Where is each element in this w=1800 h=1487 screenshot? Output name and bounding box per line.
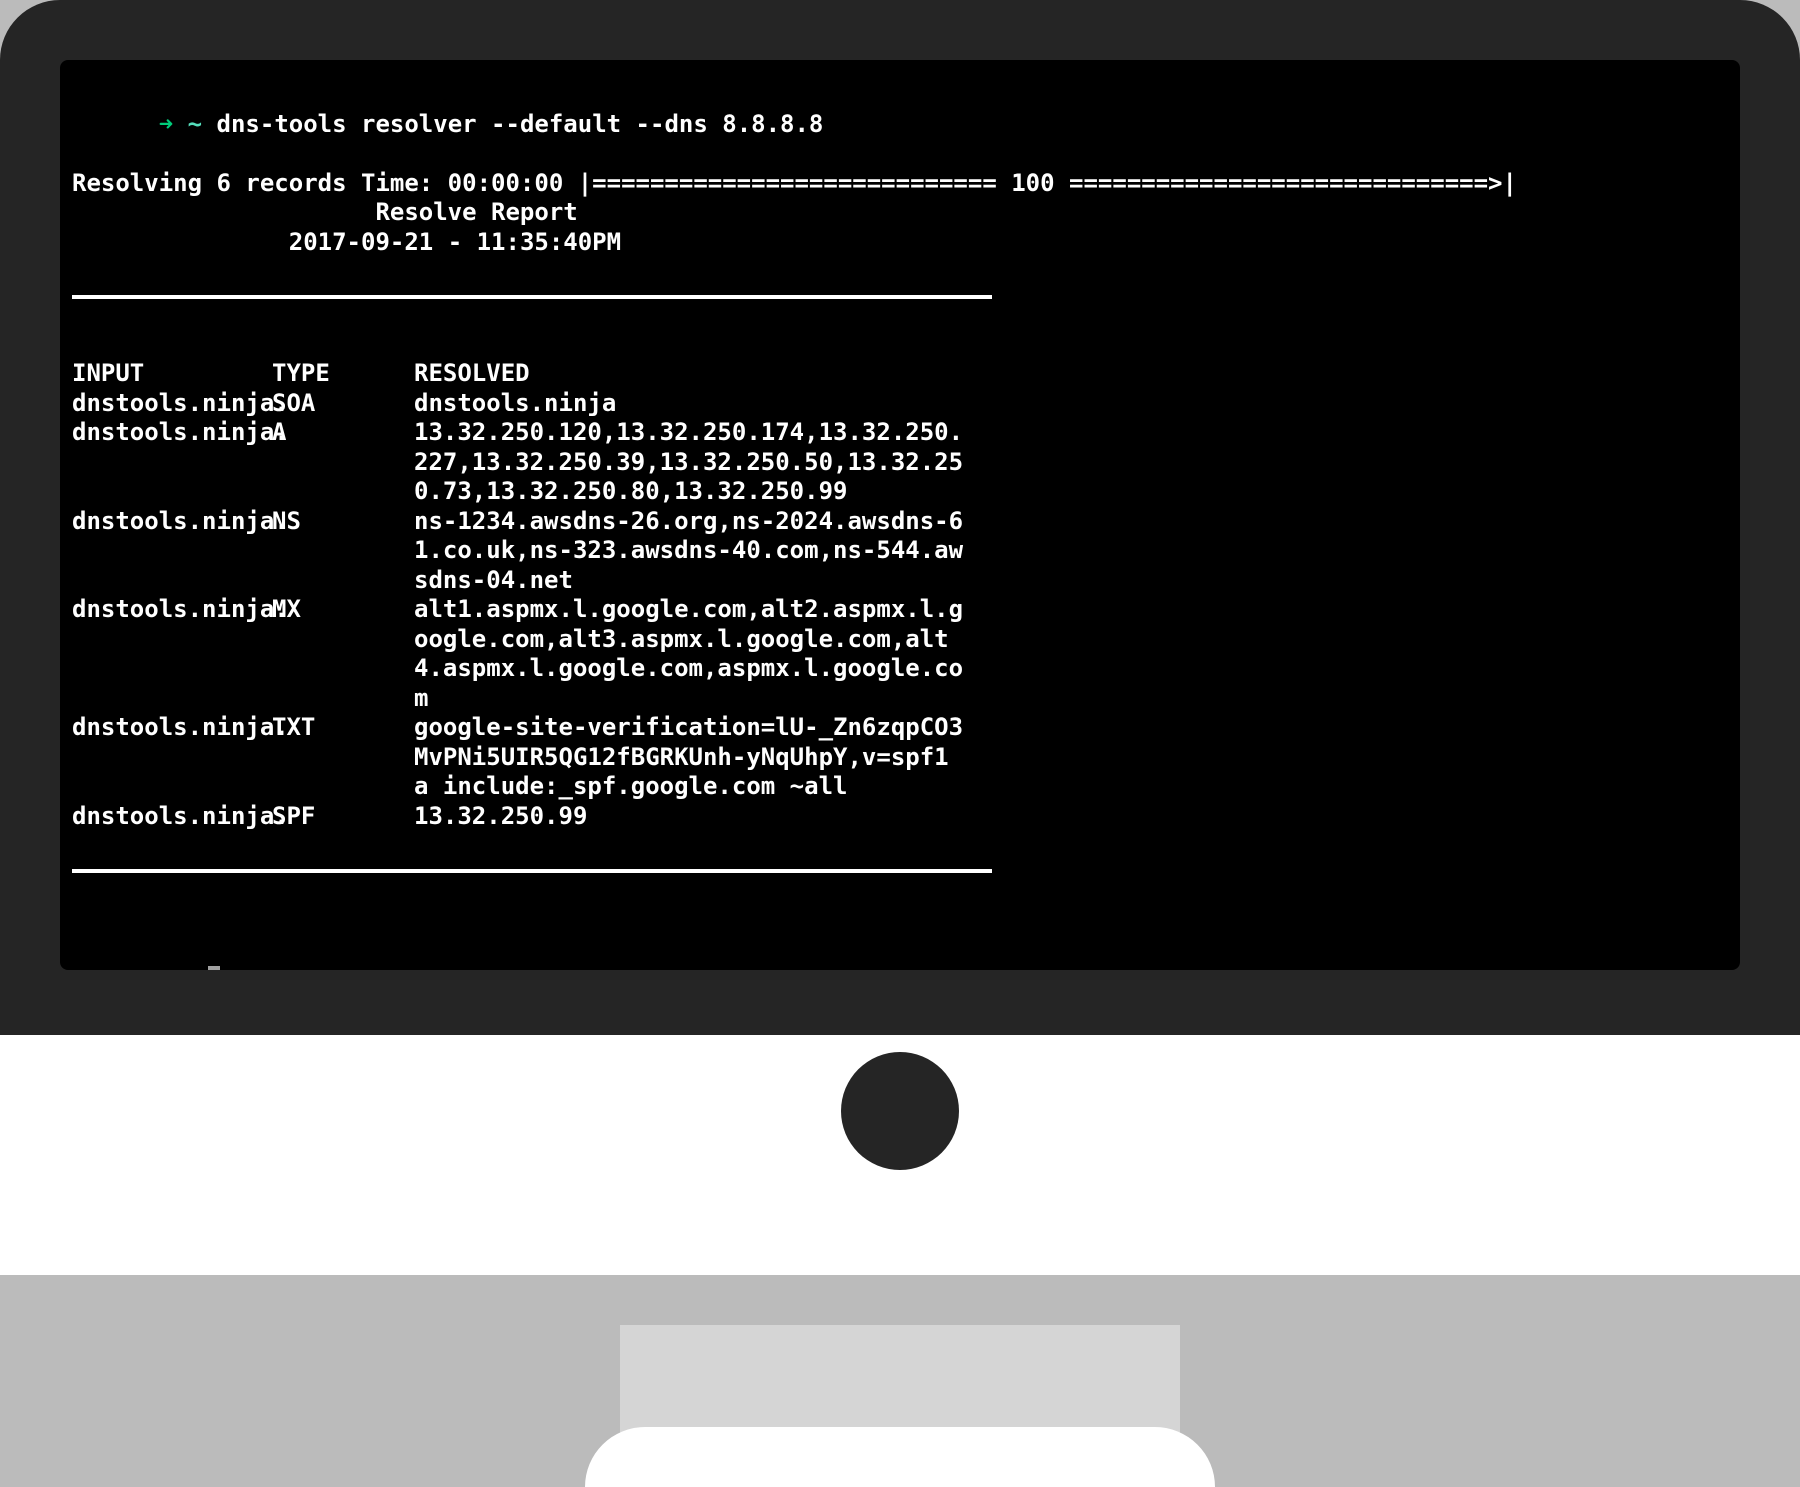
monitor-camera <box>841 1052 959 1170</box>
table-row: dnstools.ninja. SPF 13.32.250.99 <box>72 802 1728 832</box>
monitor-bezel: ➜ ~ dns-tools resolver --default --dns 8… <box>0 0 1800 1275</box>
prompt-tilde: ~ <box>188 110 202 138</box>
cell-input: dnstools.ninja. <box>72 595 272 713</box>
prompt-arrow-icon: ➜ <box>159 110 173 138</box>
header-type: TYPE <box>272 359 414 389</box>
cell-type: SPF <box>272 802 414 832</box>
progress-line: Resolving 6 records Time: 00:00:00 |====… <box>72 169 1728 199</box>
cell-input: dnstools.ninja. <box>72 802 272 832</box>
cell-resolved: 13.32.250.120,13.32.250.174,13.32.250.22… <box>414 418 970 507</box>
header-resolved: RESOLVED <box>414 359 970 389</box>
cell-resolved: alt1.aspmx.l.google.com,alt2.aspmx.l.goo… <box>414 595 970 713</box>
report-title: Resolve Report <box>72 198 1728 228</box>
prompt-line-idle[interactable]: ➜ ~ <box>72 933 1728 970</box>
cell-input: dnstools.ninja. <box>72 507 272 596</box>
table-row: dnstools.ninja. A 13.32.250.120,13.32.25… <box>72 418 1728 507</box>
terminal-window[interactable]: ➜ ~ dns-tools resolver --default --dns 8… <box>60 60 1740 970</box>
cell-resolved: google-site-verification=lU-_Zn6zqpCO3Mv… <box>414 713 970 802</box>
prompt-line[interactable]: ➜ ~ dns-tools resolver --default --dns 8… <box>72 80 1728 169</box>
prompt-tilde: ~ <box>188 963 202 970</box>
report-timestamp: 2017-09-21 - 11:35:40PM <box>72 228 1728 258</box>
cell-input: dnstools.ninja. <box>72 418 272 507</box>
table-row: dnstools.ninja. MX alt1.aspmx.l.google.c… <box>72 595 1728 713</box>
cell-resolved: ns-1234.awsdns-26.org,ns-2024.awsdns-61.… <box>414 507 970 596</box>
monitor-chin <box>0 1035 1800 1275</box>
prompt-arrow-icon: ➜ <box>159 963 173 970</box>
cell-type: NS <box>272 507 414 596</box>
monitor-stand <box>620 1275 1180 1455</box>
cell-input: dnstools.ninja. <box>72 713 272 802</box>
cursor-icon <box>208 966 220 970</box>
cell-resolved: dnstools.ninja <box>414 389 970 419</box>
cell-resolved: 13.32.250.99 <box>414 802 970 832</box>
cell-type: SOA <box>272 389 414 419</box>
cell-type: A <box>272 418 414 507</box>
cell-type: MX <box>272 595 414 713</box>
table-row: dnstools.ninja. TXT google-site-verifica… <box>72 713 1728 802</box>
header-input: INPUT <box>72 359 272 389</box>
cell-type: TXT <box>272 713 414 802</box>
table-header: INPUT TYPE RESOLVED <box>72 359 1728 389</box>
cell-input: dnstools.ninja. <box>72 389 272 419</box>
monitor-stand-shadow <box>620 1275 1180 1325</box>
table-row: dnstools.ninja. SOA dnstools.ninja <box>72 389 1728 419</box>
command-text: dns-tools resolver --default --dns 8.8.8… <box>217 110 824 138</box>
table-row: dnstools.ninja. NS ns-1234.awsdns-26.org… <box>72 507 1728 596</box>
